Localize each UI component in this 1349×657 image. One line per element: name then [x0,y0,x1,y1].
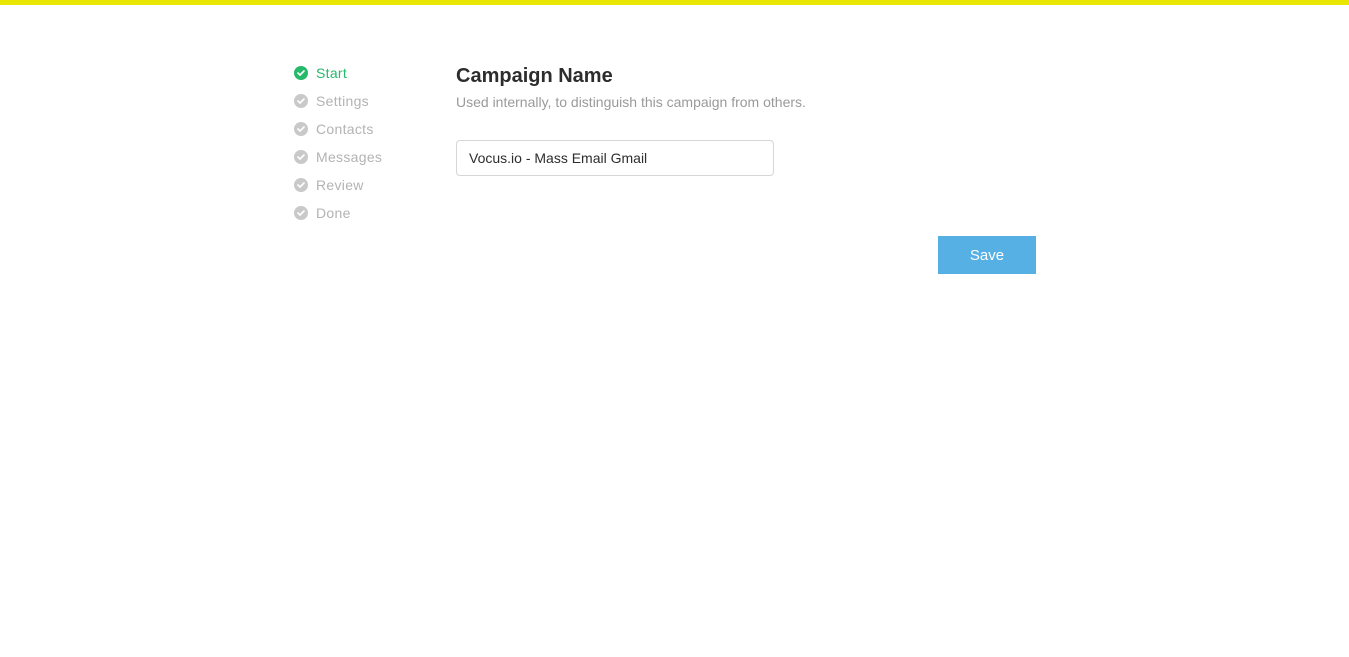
check-circle-icon [294,178,308,192]
check-circle-icon [294,150,308,164]
page-subtitle: Used internally, to distinguish this cam… [456,94,1034,110]
save-button-label: Save [970,247,1004,264]
check-circle-icon [294,66,308,80]
step-done[interactable]: Done [294,205,454,221]
check-circle-icon [294,94,308,108]
steps-sidebar: Start Settings Contacts Messages Review [294,65,454,274]
step-label: Messages [316,149,382,165]
step-messages[interactable]: Messages [294,149,454,165]
save-button[interactable]: Save [938,236,1036,274]
page-title: Campaign Name [456,65,1034,88]
step-label: Settings [316,93,369,109]
check-circle-icon [294,206,308,220]
campaign-name-input[interactable] [456,140,774,176]
main-content: Campaign Name Used internally, to distin… [454,65,1034,274]
check-circle-icon [294,122,308,136]
step-label: Start [316,65,347,81]
step-label: Done [316,205,351,221]
step-settings[interactable]: Settings [294,93,454,109]
step-label: Contacts [316,121,374,137]
step-start[interactable]: Start [294,65,454,81]
page-container: Start Settings Contacts Messages Review [0,5,1349,274]
step-label: Review [316,177,364,193]
step-contacts[interactable]: Contacts [294,121,454,137]
step-review[interactable]: Review [294,177,454,193]
